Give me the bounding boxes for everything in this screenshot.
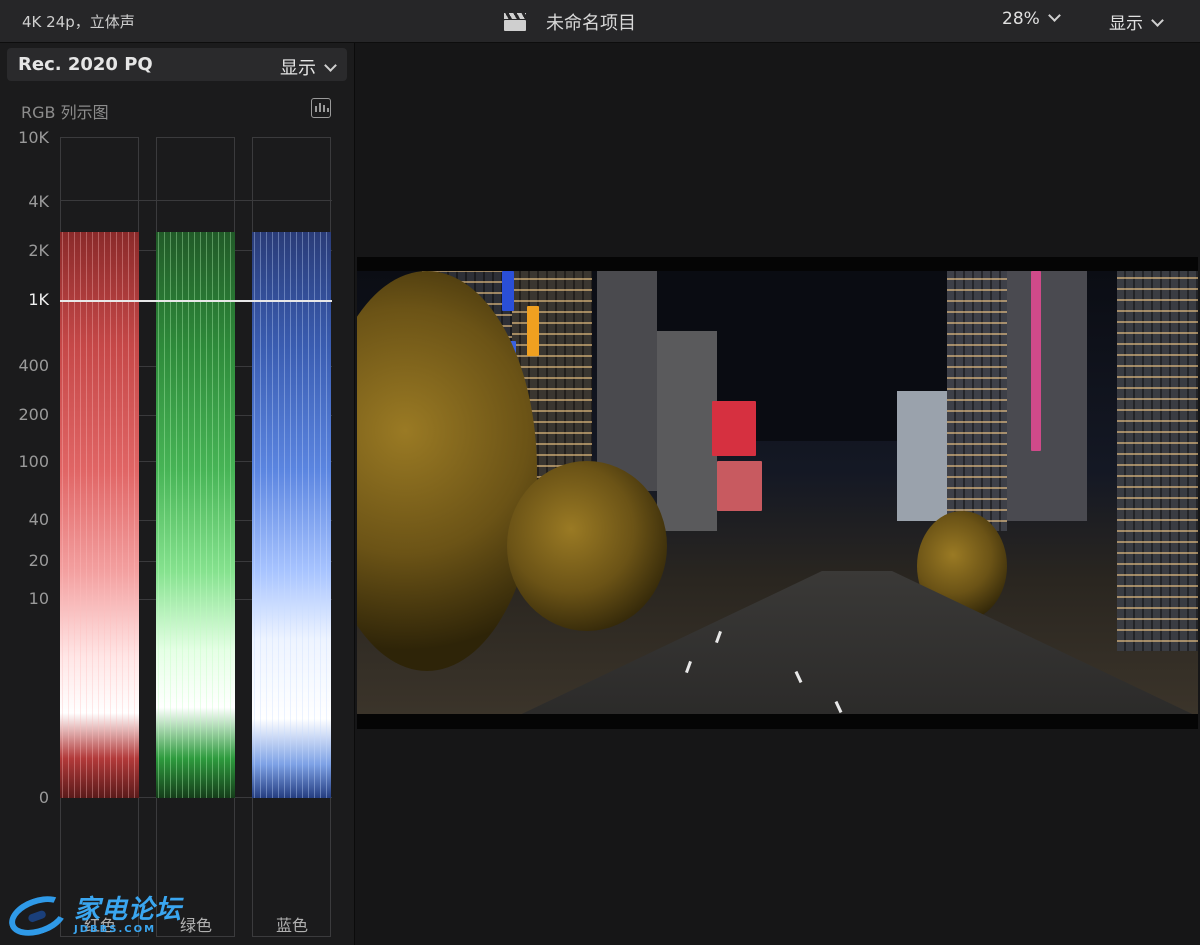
building bbox=[597, 271, 657, 491]
neon-sign bbox=[717, 461, 762, 511]
y-tick-2k: 2K bbox=[28, 241, 49, 260]
y-tick-0: 0 bbox=[38, 788, 49, 807]
y-tick-100: 100 bbox=[18, 452, 49, 471]
project-title: 未命名项目 bbox=[546, 13, 636, 34]
video-image bbox=[357, 271, 1198, 714]
project-format-label[interactable]: 4K 24p，立体声 bbox=[22, 11, 135, 32]
project-title-area: 未命名项目 bbox=[504, 9, 636, 35]
watermark-cn: 家电论坛 bbox=[74, 895, 183, 925]
building bbox=[657, 331, 717, 531]
y-tick-40: 40 bbox=[28, 510, 49, 529]
y-tick-200: 200 bbox=[18, 405, 49, 424]
neon-sign bbox=[1031, 271, 1041, 451]
green-channel-trace bbox=[156, 232, 235, 798]
y-tick-400: 400 bbox=[18, 356, 49, 375]
scope-display-label: 显示 bbox=[280, 58, 316, 79]
tree bbox=[507, 461, 667, 631]
building bbox=[897, 391, 947, 521]
neon-sign bbox=[527, 306, 539, 356]
zoom-dropdown[interactable]: 28% bbox=[1002, 9, 1061, 29]
chevron-down-icon bbox=[324, 59, 337, 72]
view-dropdown[interactable]: 显示 bbox=[1109, 9, 1164, 34]
blue-channel-trace bbox=[252, 232, 331, 798]
chevron-down-icon bbox=[1047, 9, 1061, 22]
blue-channel-label: 蓝色 bbox=[275, 916, 308, 935]
scope-settings-icon[interactable] bbox=[311, 98, 331, 118]
neon-sign bbox=[502, 271, 514, 311]
y-tick-20: 20 bbox=[28, 551, 49, 570]
zoom-value: 28% bbox=[1002, 9, 1040, 29]
clapperboard-icon bbox=[504, 13, 526, 31]
chevron-down-icon bbox=[1151, 14, 1164, 27]
scope-header: Rec. 2020 PQ 显示 bbox=[7, 48, 347, 81]
reference-line-1k bbox=[60, 300, 332, 302]
y-tick-4k: 4K bbox=[28, 192, 49, 211]
forum-watermark: 家电论坛 JDBBS.COM bbox=[3, 888, 182, 944]
building bbox=[947, 271, 1007, 531]
scope-display-dropdown[interactable]: 显示 bbox=[280, 54, 337, 80]
watermark-text: 家电论坛 JDBBS.COM bbox=[74, 897, 182, 935]
viewer-toolbar: 4K 24p，立体声 未命名项目 28% 显示 bbox=[0, 0, 1200, 43]
watermark-logo-icon bbox=[3, 888, 73, 944]
red-channel-trace bbox=[60, 232, 139, 798]
y-tick-10: 10 bbox=[28, 589, 49, 608]
y-tick-1k: 1K bbox=[28, 290, 49, 309]
color-space-label: Rec. 2020 PQ bbox=[18, 54, 153, 75]
scope-type-label: RGB 列示图 bbox=[21, 103, 109, 122]
view-label: 显示 bbox=[1109, 14, 1143, 34]
building bbox=[1007, 271, 1087, 521]
building bbox=[1117, 271, 1198, 651]
watermark-en: JDBBS.COM bbox=[74, 924, 157, 935]
y-tick-10k: 10K bbox=[18, 128, 49, 147]
video-frame[interactable] bbox=[357, 257, 1198, 729]
neon-sign bbox=[712, 401, 756, 456]
